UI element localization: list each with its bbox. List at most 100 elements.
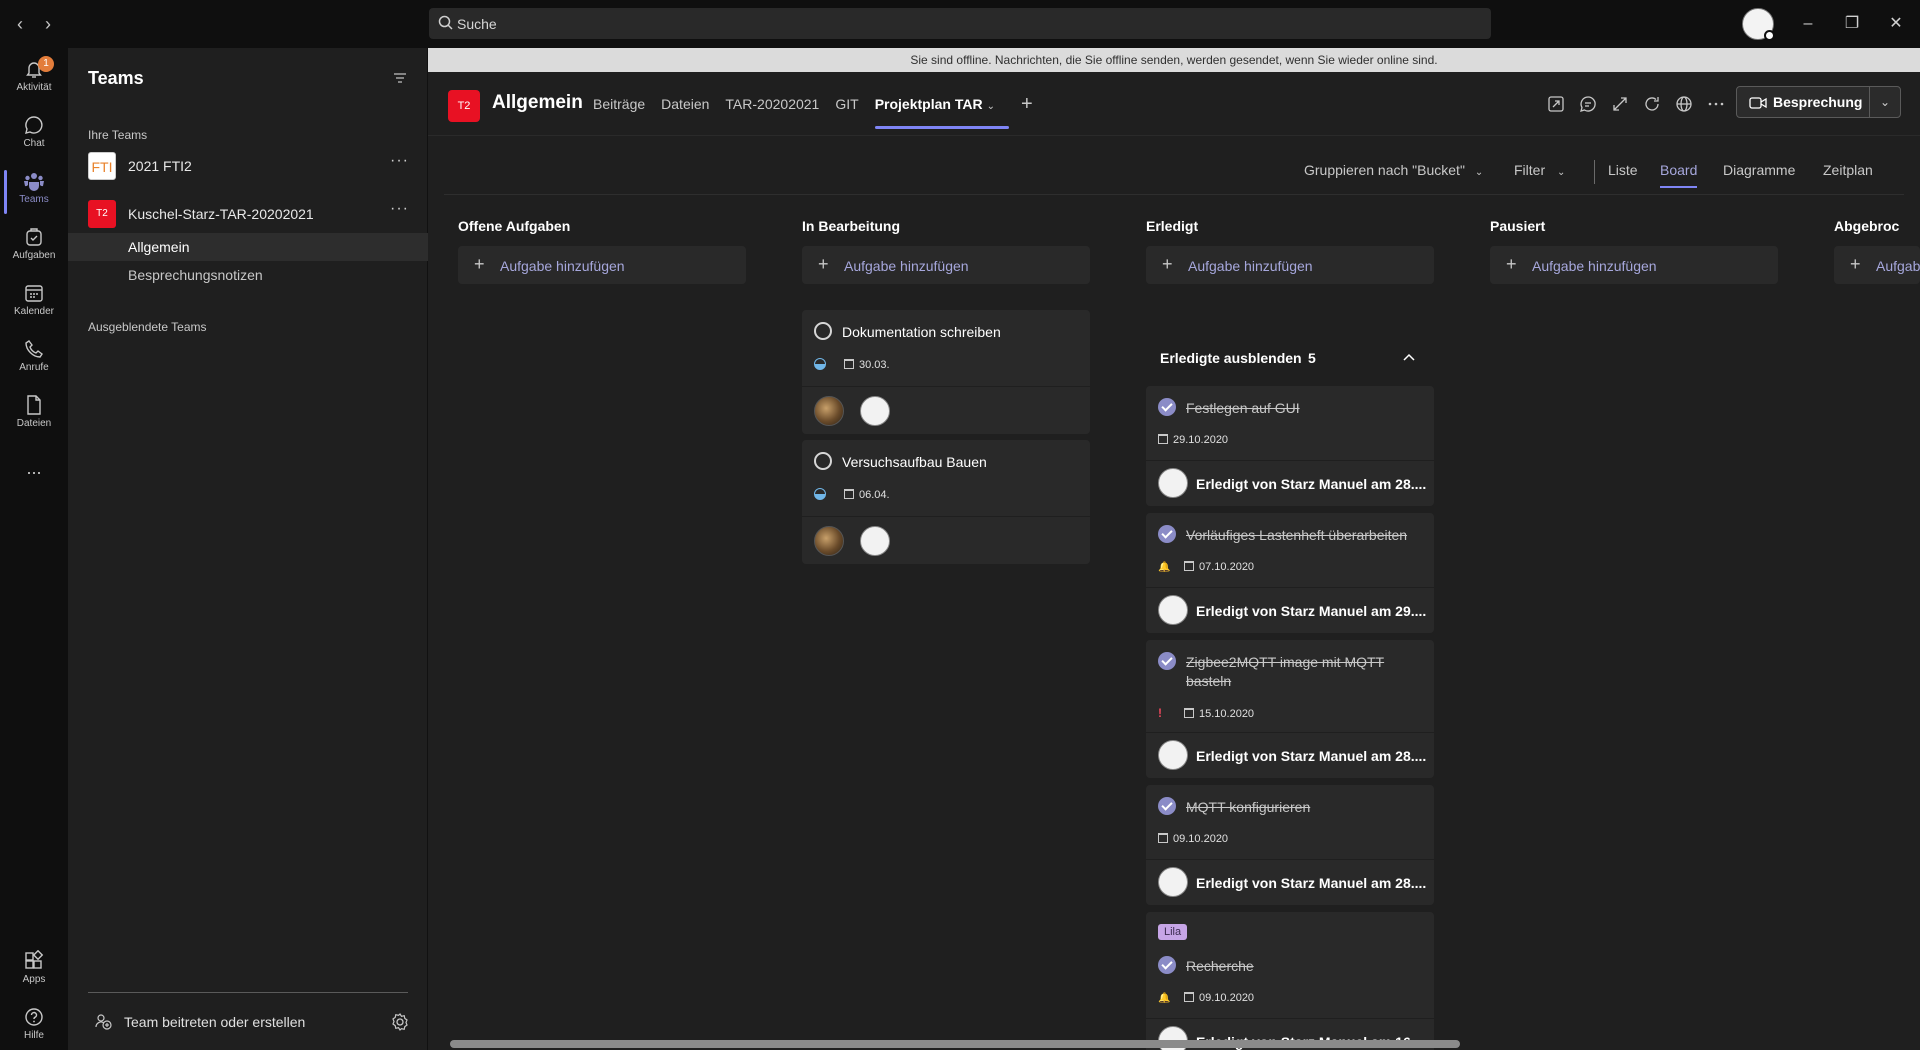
search-box[interactable]: Suche [429, 8, 1491, 39]
completed-check-icon[interactable] [1158, 652, 1176, 670]
rail-item-teams[interactable]: Teams [0, 164, 68, 220]
due-date: 06.04. [859, 489, 890, 501]
view-liste[interactable]: Liste [1608, 162, 1638, 178]
rail-item-help[interactable]: Hilfe [0, 1000, 68, 1050]
forward-arrow-icon[interactable]: › [36, 12, 60, 36]
urgent-bell-icon: 🔔 [1158, 993, 1171, 1004]
hidden-teams-label[interactable]: Ausgeblendete Teams [88, 320, 207, 334]
tab-projektplan[interactable]: Projektplan TAR ⌄ [874, 96, 1010, 129]
task-card[interactable]: Lila Recherche 🔔09.10.2020 Erledigt von … [1146, 912, 1434, 1050]
avatar[interactable] [1158, 867, 1188, 897]
task-card[interactable]: Vorläufiges Lastenheft überarbeiten 🔔 07.… [1146, 513, 1434, 633]
rail-item-chat[interactable]: Chat [0, 108, 68, 164]
apps-icon [25, 950, 44, 969]
label-tag[interactable]: Lila [1158, 924, 1188, 940]
divider [1146, 859, 1434, 860]
teams-app: ‹ › Suche – ❐ ✕ 1 Aktivität Chat Teams A… [0, 0, 1920, 1050]
task-meta: 29.10.2020 [1158, 434, 1228, 446]
task-card[interactable]: Zigbee2MQTT image mit MQTT basteln ! 15.1… [1146, 640, 1434, 778]
add-task-button[interactable]: + Aufgabe hinzufügen [1834, 246, 1920, 284]
avatar[interactable] [1158, 740, 1188, 770]
video-camera-icon [1749, 97, 1767, 109]
more-options-icon[interactable] [1706, 94, 1726, 114]
completed-check-icon[interactable] [1158, 525, 1176, 543]
bucket-title[interactable]: In Bearbeitung [802, 218, 900, 234]
bucket-title[interactable]: Erledigt [1146, 218, 1198, 234]
rail-item-activity[interactable]: 1 Aktivität [0, 52, 68, 108]
avatar[interactable] [860, 396, 890, 426]
team-row[interactable]: T2 Kuschel-Starz-TAR-20202021 ··· [68, 194, 428, 234]
filter-dropdown[interactable]: Filter ⌄ [1514, 162, 1565, 178]
avatar[interactable] [814, 396, 844, 426]
calendar-icon [844, 359, 854, 369]
avatar[interactable] [1158, 595, 1188, 625]
team-row[interactable]: FTI 2021 FTI2 ··· [68, 146, 428, 186]
bucket-title[interactable]: Offene Aufgaben [458, 218, 570, 234]
hide-completed-toggle[interactable]: Erledigte ausblenden 5 [1146, 346, 1434, 370]
maximize-button[interactable]: ❐ [1838, 10, 1866, 38]
completed-check-icon[interactable] [1158, 956, 1176, 974]
group-by-dropdown[interactable]: Gruppieren nach "Bucket" ⌄ [1304, 162, 1483, 178]
profile-avatar[interactable] [1742, 8, 1775, 41]
gear-icon[interactable] [390, 1012, 410, 1032]
minimize-button[interactable]: – [1794, 10, 1822, 38]
rail-item-calendar[interactable]: Kalender [0, 276, 68, 332]
meeting-button[interactable]: Besprechung [1736, 86, 1870, 118]
task-card[interactable]: Festlegen auf GUI 29.10.2020 Erledigt vo… [1146, 386, 1434, 506]
more-options-icon[interactable]: ··· [390, 200, 409, 218]
expand-icon[interactable] [1610, 94, 1630, 114]
due-date: 15.10.2020 [1199, 708, 1255, 720]
completed-check-icon[interactable] [1158, 398, 1176, 416]
task-card[interactable]: Dokumentation schreiben 30.03. [802, 310, 1090, 434]
close-button[interactable]: ✕ [1882, 10, 1910, 38]
more-options-icon[interactable]: ··· [390, 152, 409, 170]
meeting-dropdown-chevron-icon[interactable]: ⌄ [1869, 86, 1901, 118]
channel-logo: T2 [448, 90, 480, 122]
search-input[interactable]: Suche [457, 16, 497, 32]
horizontal-scrollbar[interactable] [450, 1040, 1460, 1048]
bucket-title[interactable]: Pausiert [1490, 218, 1545, 234]
view-board[interactable]: Board [1660, 162, 1698, 188]
filter-icon[interactable] [392, 70, 408, 86]
add-task-button[interactable]: + Aufgabe hinzufügen [1146, 246, 1434, 284]
channel-allgemein[interactable]: Allgemein [68, 233, 428, 261]
add-task-button[interactable]: + Aufgabe hinzufügen [1490, 246, 1778, 284]
complete-task-checkbox[interactable] [814, 322, 832, 340]
completed-by: Erledigt von Starz Manuel am 29.... [1196, 603, 1427, 619]
progress-half-icon [814, 488, 826, 500]
rail-item-files[interactable]: Dateien [0, 388, 68, 444]
view-zeitplan[interactable]: Zeitplan [1823, 162, 1873, 178]
add-tab-button[interactable]: + [1021, 94, 1033, 114]
task-title: Recherche [1186, 958, 1254, 974]
tab-git[interactable]: GIT [835, 96, 858, 112]
rail-label: Teams [19, 194, 49, 205]
complete-task-checkbox[interactable] [814, 452, 832, 470]
avatar[interactable] [1158, 468, 1188, 498]
refresh-icon[interactable] [1642, 94, 1662, 114]
bucket-title[interactable]: Abgebroc [1834, 218, 1899, 234]
conversation-icon[interactable] [1578, 94, 1598, 114]
view-diagramme[interactable]: Diagramme [1723, 162, 1795, 178]
task-card[interactable]: MQTT konfigurieren 09.10.2020 Erledigt v… [1146, 785, 1434, 905]
add-task-button[interactable]: + Aufgabe hinzufügen [458, 246, 746, 284]
divider [802, 386, 1090, 387]
open-in-browser-icon[interactable] [1546, 94, 1566, 114]
avatar[interactable] [814, 526, 844, 556]
globe-icon[interactable] [1674, 94, 1694, 114]
task-card[interactable]: Versuchsaufbau Bauen 06.04. [802, 440, 1090, 564]
rail-item-calls[interactable]: Anrufe [0, 332, 68, 388]
rail-item-tasks[interactable]: Aufgaben [0, 220, 68, 276]
calendar-icon [844, 489, 854, 499]
add-task-button[interactable]: + Aufgabe hinzufügen [802, 246, 1090, 284]
back-arrow-icon[interactable]: ‹ [8, 12, 32, 36]
completed-check-icon[interactable] [1158, 797, 1176, 815]
channel-title: Allgemein [492, 92, 583, 113]
tab-dateien[interactable]: Dateien [661, 96, 709, 112]
tab-beitraege[interactable]: Beiträge [593, 96, 645, 112]
channel-besprechungsnotizen[interactable]: Besprechungsnotizen [68, 261, 428, 289]
avatar[interactable] [860, 526, 890, 556]
offline-banner: Sie sind offline. Nachrichten, die Sie o… [428, 48, 1920, 72]
rail-item-more[interactable]: ... [0, 444, 68, 500]
tab-tar[interactable]: TAR-20202021 [725, 96, 819, 112]
rail-item-apps[interactable]: Apps [0, 944, 68, 1000]
